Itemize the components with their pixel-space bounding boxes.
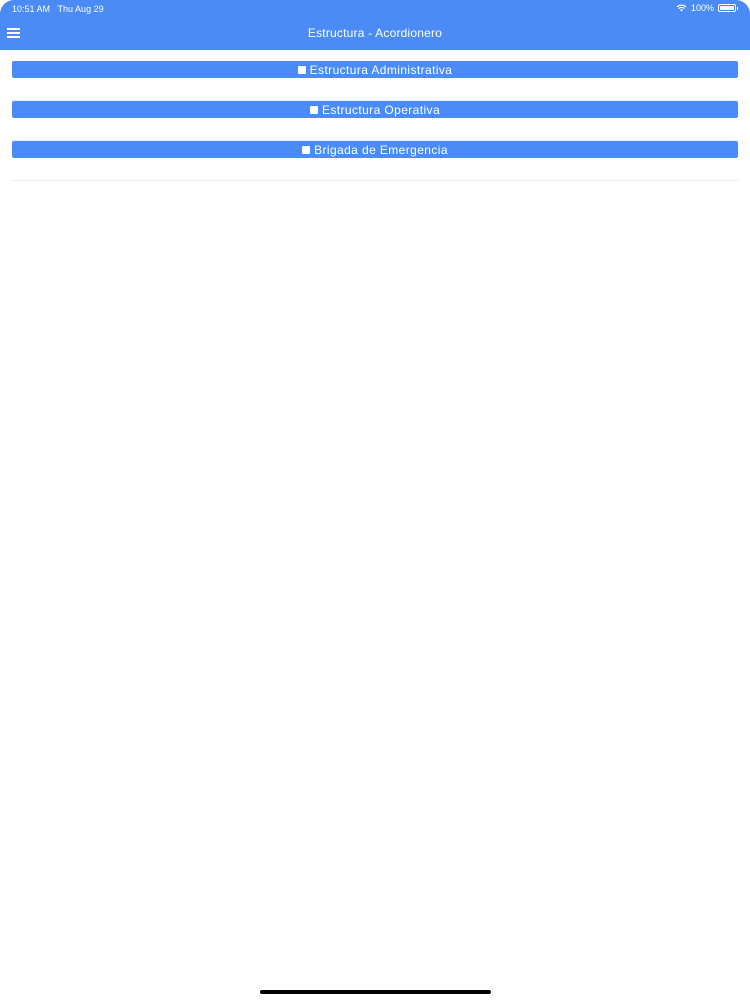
home-indicator[interactable] <box>260 990 491 994</box>
navigation-bar: Estructura - Acordionero <box>0 18 750 50</box>
status-time: 10:51 AM <box>12 4 51 14</box>
accordion-header-estructura-operativa[interactable]: Estructura Operativa <box>12 101 738 118</box>
square-icon <box>302 145 311 154</box>
accordion-label: Estructura Operativa <box>321 102 441 117</box>
status-indicators: 100% <box>676 3 738 13</box>
square-icon <box>309 105 318 114</box>
status-date: Thu Aug 29 <box>57 4 104 14</box>
accordion-header-brigada-de-emergencia[interactable]: Brigada de Emergencia <box>12 141 738 158</box>
battery-percent: 100% <box>690 3 714 13</box>
status-bar: 10:51 AM Thu Aug 29 100% <box>0 0 750 18</box>
accordion-header-estructura-administrativa[interactable]: Estructura Administrativa <box>12 61 738 78</box>
accordion-label: Brigada de Emergencia <box>314 142 448 157</box>
square-icon <box>297 65 306 74</box>
accordion-item-estructura-administrativa: Estructura Administrativa <box>12 61 738 101</box>
battery-icon <box>718 4 736 12</box>
app-screen: 10:51 AM Thu Aug 29 100% Estructura - Ac… <box>0 0 750 1000</box>
wifi-icon <box>676 4 687 12</box>
accordion-label: Estructura Administrativa <box>309 62 453 77</box>
accordion-item-brigada-de-emergencia: Brigada de Emergencia <box>12 141 738 181</box>
status-time-date: 10:51 AM Thu Aug 29 <box>12 4 104 14</box>
accordion-item-estructura-operativa: Estructura Operativa <box>12 101 738 141</box>
battery-cap <box>737 6 738 10</box>
accordion-list: Estructura Administrativa Estructura Ope… <box>12 61 738 181</box>
battery-fill <box>720 6 734 10</box>
page-title: Estructura - Acordionero <box>307 26 443 40</box>
